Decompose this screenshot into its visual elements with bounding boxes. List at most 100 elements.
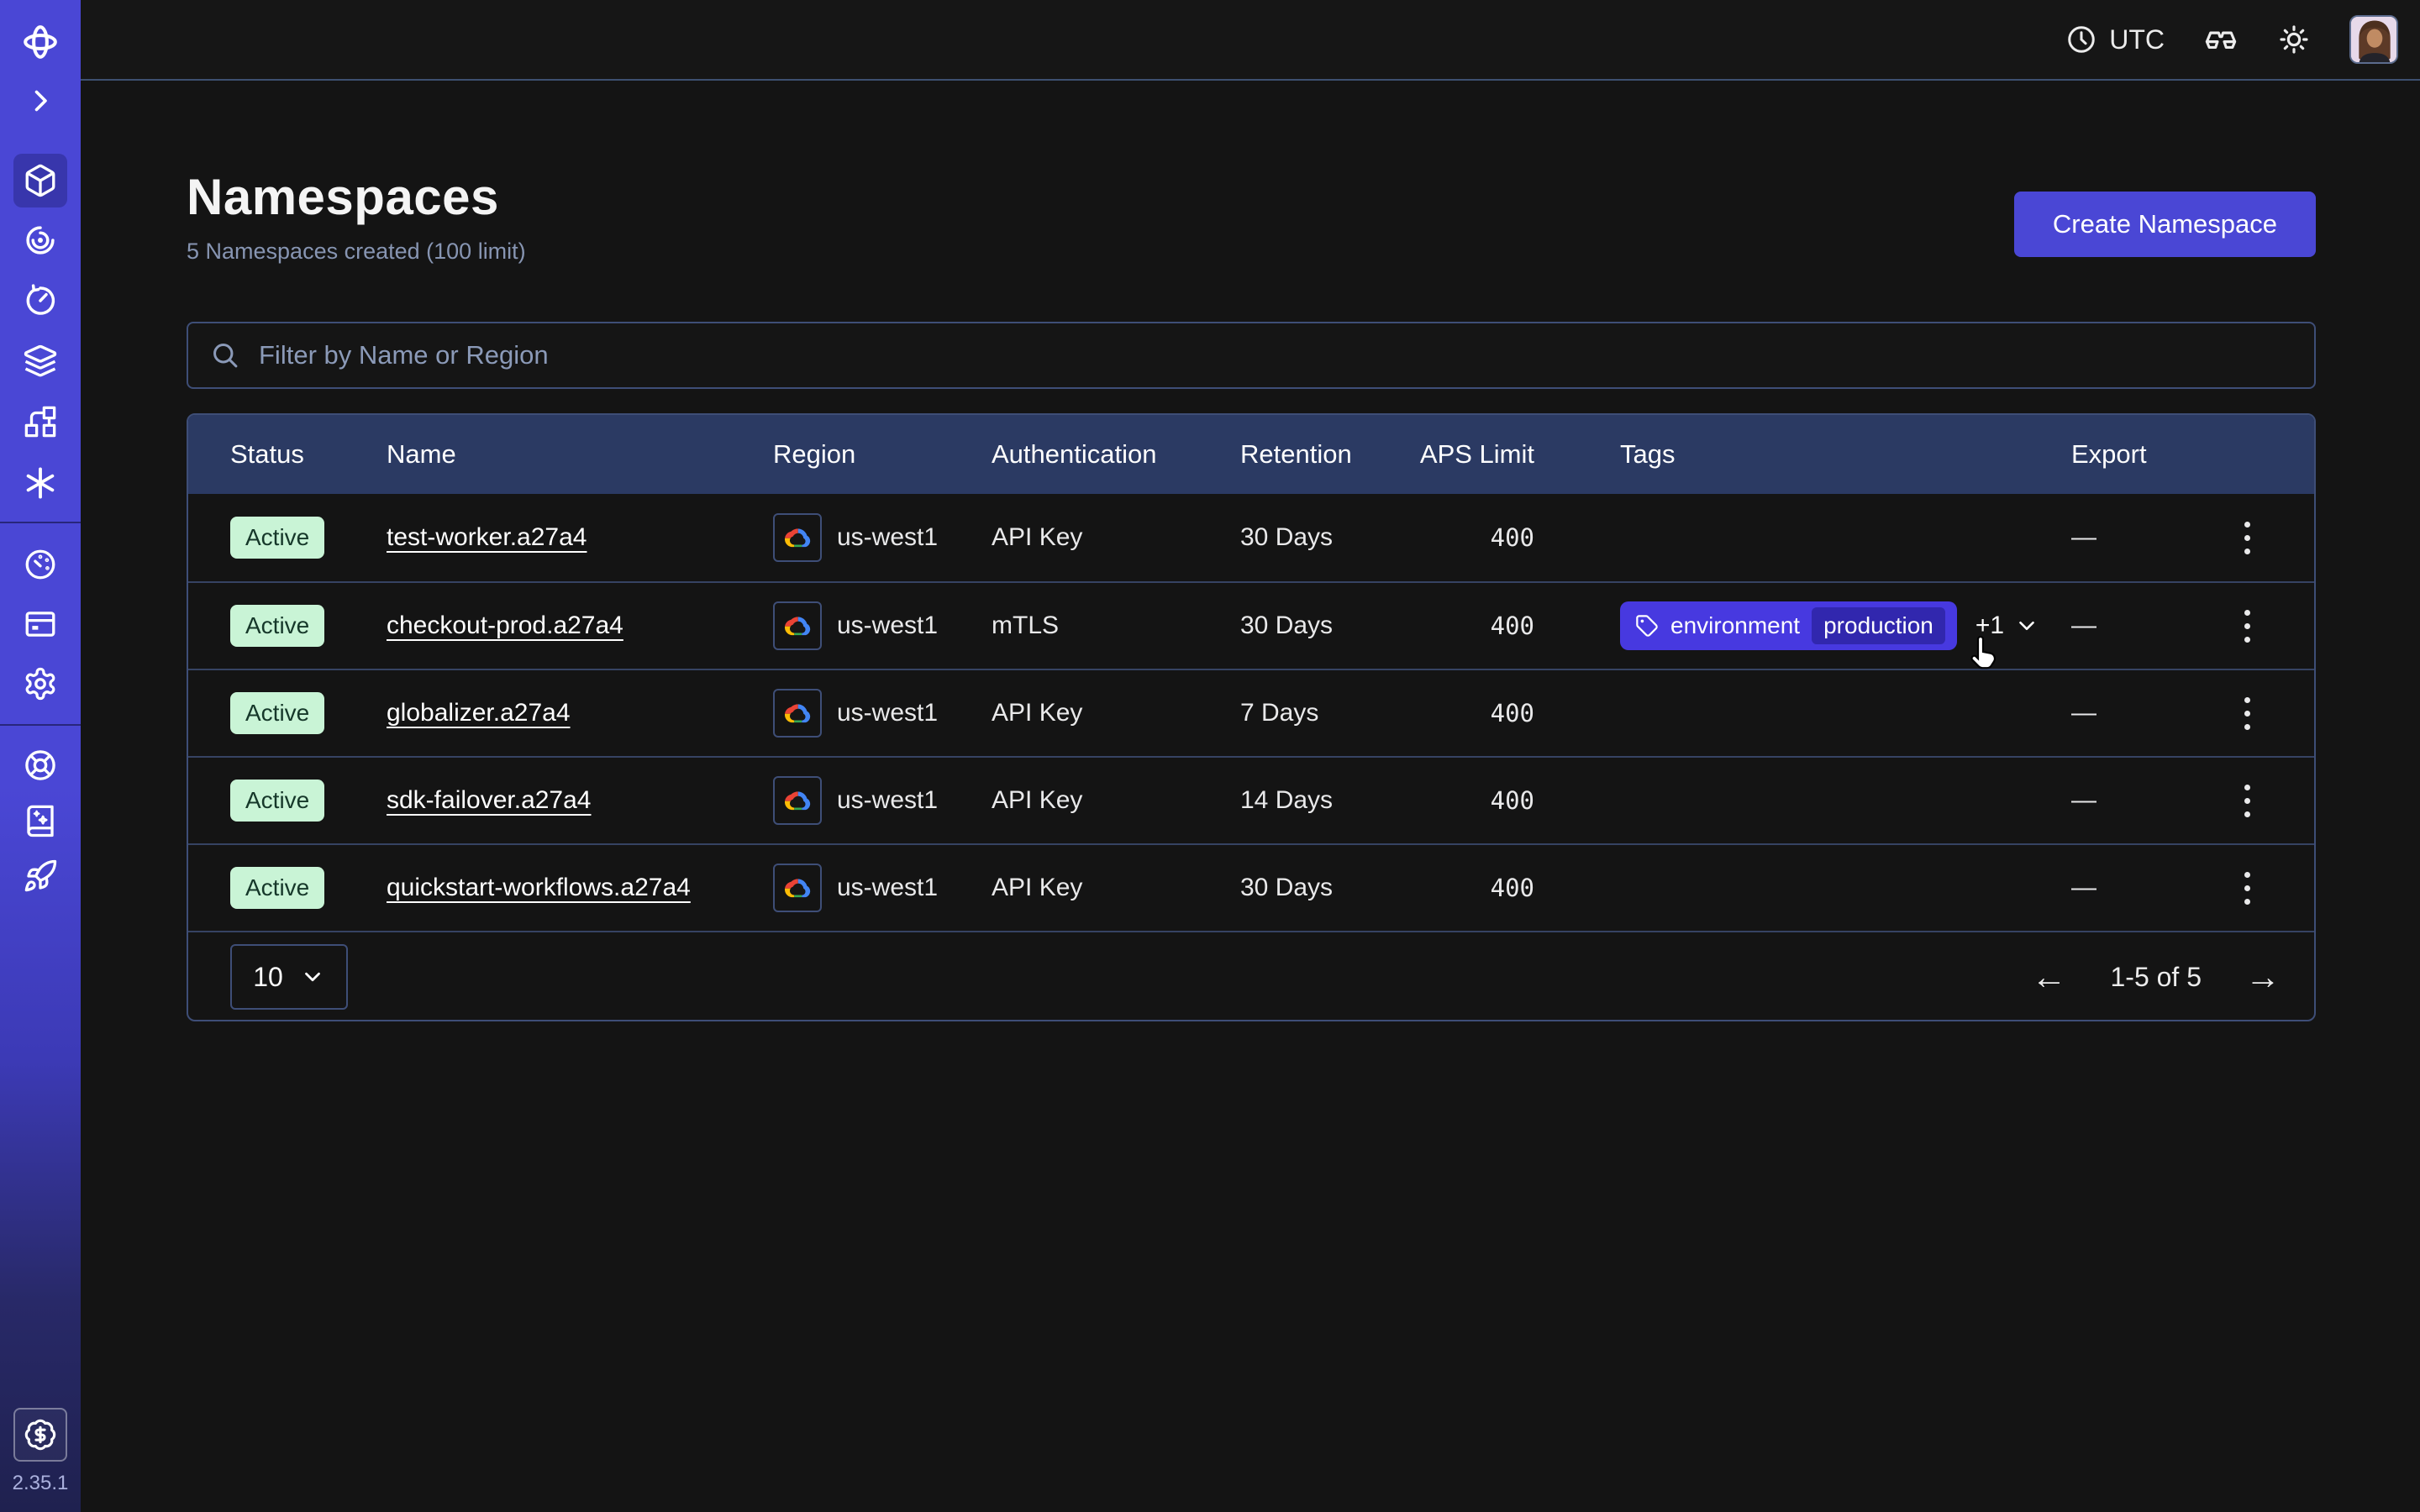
tags-more-count: +1	[1975, 612, 2004, 640]
col-aps-limit: APS Limit	[1415, 439, 1534, 470]
sidebar-item-billing[interactable]	[13, 597, 67, 651]
aps-limit-cell: 400	[1415, 699, 1534, 727]
main-content: Namespaces 5 Namespaces created (100 lim…	[81, 81, 2420, 1512]
book-sparkles-icon	[23, 803, 58, 838]
col-export: Export	[2071, 439, 2213, 470]
page-title: Namespaces	[187, 168, 499, 226]
page-size-select[interactable]: 10	[230, 944, 348, 1010]
actions-cell	[2213, 864, 2281, 913]
namespace-link[interactable]: checkout-prod.a27a4	[387, 612, 623, 640]
rocket-icon	[23, 858, 58, 894]
plan-usage-button[interactable]	[13, 1408, 67, 1462]
region-cell: us-west1	[773, 513, 992, 562]
branch-icon	[23, 404, 58, 439]
auth-cell: API Key	[992, 786, 1240, 815]
status-badge: Active	[230, 517, 324, 559]
collapse-chevron-icon[interactable]	[13, 74, 67, 128]
region-cell: us-west1	[773, 689, 992, 738]
status-badge: Active	[230, 867, 324, 909]
tag-key: environment	[1670, 612, 1800, 639]
temporal-logo-icon[interactable]	[13, 15, 67, 69]
cube-icon	[23, 163, 58, 198]
tag-pill[interactable]: environment production	[1620, 601, 1957, 650]
status-badge: Active	[230, 780, 324, 822]
avatar-image	[2351, 17, 2398, 64]
export-cell: —	[2071, 523, 2213, 552]
glasses-icon	[2203, 22, 2238, 57]
region-cell: us-west1	[773, 776, 992, 825]
namespace-link[interactable]: globalizer.a27a4	[387, 699, 571, 727]
row-menu-button[interactable]	[2236, 513, 2259, 563]
name-cell: sdk-failover.a27a4	[387, 786, 773, 815]
actions-cell	[2213, 776, 2281, 826]
avatar[interactable]	[2349, 15, 2398, 64]
labs-toggle-button[interactable]	[2203, 22, 2238, 57]
namespace-link[interactable]: sdk-failover.a27a4	[387, 786, 592, 815]
sidebar-item-workflow[interactable]	[13, 395, 67, 449]
region-label: us-west1	[837, 699, 938, 727]
tags-expand[interactable]: +1	[1975, 612, 2039, 640]
row-menu-button[interactable]	[2236, 864, 2259, 913]
auth-cell: API Key	[992, 523, 1240, 552]
table-footer: 10 ← 1-5 of 5 →	[188, 931, 2314, 1021]
dollar-badge-icon	[24, 1418, 57, 1452]
table-header: Status Name Region Authentication Retent…	[188, 415, 2314, 494]
gcp-icon	[773, 513, 822, 562]
clock-icon	[2065, 24, 2097, 55]
sidebar-item-nexus[interactable]	[13, 456, 67, 510]
sidebar-item-timer[interactable]	[13, 274, 67, 328]
col-region: Region	[773, 439, 992, 470]
retention-cell: 30 Days	[1240, 612, 1415, 640]
filter-input[interactable]	[187, 322, 2316, 389]
actions-cell	[2213, 689, 2281, 738]
gcp-icon	[773, 601, 822, 650]
topbar: UTC	[81, 0, 2420, 81]
sidebar-item-usage[interactable]	[13, 538, 67, 591]
timezone-label: UTC	[2109, 24, 2165, 55]
namespaces-table: Status Name Region Authentication Retent…	[187, 413, 2316, 1021]
sidebar-item-layers[interactable]	[13, 334, 67, 388]
theme-toggle-button[interactable]	[2277, 23, 2311, 56]
create-namespace-button[interactable]: Create Namespace	[2014, 192, 2316, 257]
sidebar-item-getting-started[interactable]	[13, 849, 67, 903]
col-name: Name	[387, 439, 773, 470]
status-badge: Active	[230, 605, 324, 647]
sidebar-item-spiral[interactable]	[13, 213, 67, 267]
retention-cell: 30 Days	[1240, 523, 1415, 552]
col-authentication: Authentication	[992, 439, 1240, 470]
auth-cell: API Key	[992, 874, 1240, 902]
prev-page-button[interactable]: ←	[2031, 959, 2066, 995]
region-cell: us-west1	[773, 601, 992, 650]
name-cell: globalizer.a27a4	[387, 699, 773, 727]
page-subtitle: 5 Namespaces created (100 limit)	[187, 239, 526, 265]
row-menu-button[interactable]	[2236, 776, 2259, 826]
export-cell: —	[2071, 699, 2213, 727]
page-size-value: 10	[253, 962, 283, 993]
sidebar-item-namespaces[interactable]	[13, 154, 67, 207]
sidebar-item-docs[interactable]	[13, 794, 67, 848]
tag-icon	[1635, 614, 1659, 638]
export-cell: —	[2071, 786, 2213, 815]
status-cell: Active	[230, 605, 387, 647]
export-cell: —	[2071, 874, 2213, 902]
aps-limit-cell: 400	[1415, 786, 1534, 815]
sidebar-item-support[interactable]	[13, 738, 67, 792]
name-cell: checkout-prod.a27a4	[387, 612, 773, 640]
spiral-icon	[23, 223, 58, 258]
row-menu-button[interactable]	[2236, 689, 2259, 738]
region-cell: us-west1	[773, 864, 992, 912]
status-cell: Active	[230, 780, 387, 822]
export-cell: —	[2071, 612, 2213, 640]
retention-cell: 14 Days	[1240, 786, 1415, 815]
sidebar-item-settings[interactable]	[13, 657, 67, 711]
row-menu-button[interactable]	[2236, 601, 2259, 651]
region-label: us-west1	[837, 523, 938, 552]
name-cell: test-worker.a27a4	[387, 523, 773, 552]
timezone-button[interactable]: UTC	[2065, 24, 2165, 55]
table-row: Active sdk-failover.a27a4 us-west1	[188, 756, 2314, 843]
namespace-link[interactable]: quickstart-workflows.a27a4	[387, 874, 691, 902]
next-page-button[interactable]: →	[2245, 959, 2281, 995]
aps-limit-cell: 400	[1415, 874, 1534, 902]
namespace-link[interactable]: test-worker.a27a4	[387, 523, 587, 552]
page-range-label: 1-5 of 5	[2110, 962, 2202, 993]
